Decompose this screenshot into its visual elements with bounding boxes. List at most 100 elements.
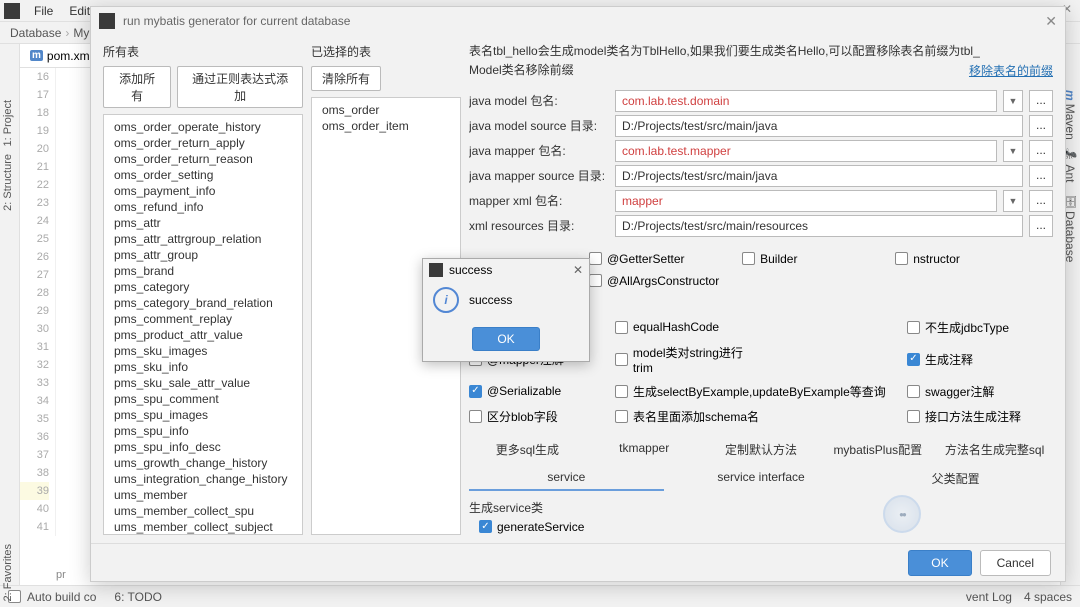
selected-table-item[interactable]: oms_order_item: [312, 118, 460, 134]
form-input[interactable]: [615, 115, 1023, 137]
table-item[interactable]: oms_order_operate_history: [104, 119, 302, 135]
dialog-close-icon[interactable]: ✕: [1045, 13, 1057, 30]
info-icon: i: [433, 287, 459, 313]
form-label: xml resources 目录:: [469, 217, 609, 234]
dialog-title: run mybatis generator for current databa…: [123, 14, 350, 28]
checkbox[interactable]: [615, 410, 628, 423]
table-item[interactable]: pms_spu_info_desc: [104, 439, 302, 455]
checkbox[interactable]: [469, 385, 482, 398]
table-item[interactable]: pms_product_attr_value: [104, 327, 302, 343]
form-input[interactable]: [615, 90, 997, 112]
check-label: @AllArgsConstructor: [607, 274, 719, 288]
clear-all-button[interactable]: 清除所有: [311, 66, 381, 91]
browse-button[interactable]: ...: [1029, 140, 1053, 162]
checkbox[interactable]: [907, 385, 920, 398]
table-item[interactable]: pms_spu_comment: [104, 391, 302, 407]
table-item[interactable]: oms_order_setting: [104, 167, 302, 183]
success-titlebar: success ✕: [423, 259, 589, 281]
browse-button[interactable]: ...: [1029, 190, 1053, 212]
chevron-down-icon[interactable]: ▼: [1003, 190, 1023, 212]
success-message: success: [469, 293, 512, 307]
table-item[interactable]: pms_attr: [104, 215, 302, 231]
remove-prefix-link[interactable]: 移除表名的前缀: [969, 62, 1053, 81]
checkbox[interactable]: [469, 410, 482, 423]
check-item: 不生成jdbcType: [907, 317, 1053, 338]
check-label: @GetterSetter: [607, 252, 685, 266]
table-item[interactable]: ums_member_collect_spu: [104, 503, 302, 519]
form-row: xml resources 目录:...: [469, 215, 1053, 237]
check-label: 接口方法生成注释: [925, 408, 1021, 425]
dialog-logo-icon: [99, 13, 115, 29]
table-item[interactable]: ums_member_collect_subject: [104, 519, 302, 535]
selected-table-item[interactable]: oms_order: [312, 102, 460, 118]
config-link[interactable]: 更多sql生成: [469, 437, 586, 462]
check-item: @GetterSetter: [589, 250, 742, 268]
table-item[interactable]: pms_sku_images: [104, 343, 302, 359]
check-item: nstructor: [895, 250, 1048, 268]
checkbox[interactable]: [615, 385, 628, 398]
table-item[interactable]: oms_order_return_reason: [104, 151, 302, 167]
table-item[interactable]: pms_comment_replay: [104, 311, 302, 327]
checkbox[interactable]: [907, 353, 920, 366]
table-item[interactable]: oms_order_return_apply: [104, 135, 302, 151]
form-input[interactable]: [615, 140, 997, 162]
checkbox[interactable]: [615, 353, 628, 366]
add-regex-button[interactable]: 通过正则表达式添加: [177, 66, 303, 108]
chevron-down-icon[interactable]: ▼: [1003, 140, 1023, 162]
form-label: java mapper 包名:: [469, 142, 609, 159]
table-item[interactable]: pms_brand: [104, 263, 302, 279]
chevron-down-icon[interactable]: ▼: [1003, 90, 1023, 112]
form-input[interactable]: [615, 165, 1023, 187]
success-close-icon[interactable]: ✕: [573, 263, 583, 277]
checkbox[interactable]: [907, 321, 920, 334]
browse-button[interactable]: ...: [1029, 90, 1053, 112]
browse-button[interactable]: ...: [1029, 215, 1053, 237]
dialog-cancel-button[interactable]: Cancel: [980, 550, 1051, 576]
success-ok-button[interactable]: OK: [472, 327, 539, 351]
table-item[interactable]: oms_payment_info: [104, 183, 302, 199]
add-all-button[interactable]: 添加所有: [103, 66, 171, 108]
browse-button[interactable]: ...: [1029, 115, 1053, 137]
watermark-avatar-icon: [883, 495, 921, 533]
dialog-titlebar: run mybatis generator for current databa…: [91, 7, 1065, 35]
config-link[interactable]: 定制默认方法: [703, 437, 820, 462]
config-tab[interactable]: service interface: [664, 466, 859, 491]
table-item[interactable]: ums_growth_change_history: [104, 455, 302, 471]
config-link[interactable]: tkmapper: [586, 437, 703, 462]
form-label: java model source 目录:: [469, 117, 609, 134]
dialog-ok-button[interactable]: OK: [908, 550, 971, 576]
table-item[interactable]: pms_attr_attrgroup_relation: [104, 231, 302, 247]
table-item[interactable]: ums_integration_change_history: [104, 471, 302, 487]
table-item[interactable]: ums_member: [104, 487, 302, 503]
config-tab[interactable]: 父类配置: [858, 466, 1053, 491]
checkbox[interactable]: [589, 252, 602, 265]
table-item[interactable]: pms_spu_images: [104, 407, 302, 423]
checkbox[interactable]: [589, 274, 602, 287]
generate-service-checkbox[interactable]: [479, 520, 492, 533]
form-input[interactable]: [615, 190, 997, 212]
checkbox[interactable]: [907, 410, 920, 423]
checkbox[interactable]: [615, 321, 628, 334]
check-label: 不生成jdbcType: [925, 319, 1009, 336]
config-link[interactable]: mybatisPlus配置: [819, 437, 936, 462]
table-item[interactable]: pms_category_brand_relation: [104, 295, 302, 311]
check-label: model类对string进行trim: [633, 344, 761, 375]
table-item[interactable]: oms_refund_info: [104, 199, 302, 215]
all-tables-list[interactable]: oms_order_operate_historyoms_order_retur…: [103, 114, 303, 535]
check-item: swagger注解: [907, 381, 1053, 402]
browse-button[interactable]: ...: [1029, 165, 1053, 187]
table-item[interactable]: pms_attr_group: [104, 247, 302, 263]
form-label: java mapper source 目录:: [469, 167, 609, 184]
table-item[interactable]: pms_category: [104, 279, 302, 295]
table-item[interactable]: pms_spu_info: [104, 423, 302, 439]
check-item: 接口方法生成注释: [907, 406, 1053, 427]
table-item[interactable]: pms_sku_info: [104, 359, 302, 375]
table-item[interactable]: pms_sku_sale_attr_value: [104, 375, 302, 391]
config-link[interactable]: 方法名生成完整sql: [936, 437, 1053, 462]
check-item: 区分blob字段: [469, 406, 615, 427]
checkbox[interactable]: [895, 252, 908, 265]
form-input[interactable]: [615, 215, 1023, 237]
config-tab[interactable]: service: [469, 466, 664, 491]
checkbox[interactable]: [742, 252, 755, 265]
check-item: 表名里面添加schema名: [615, 406, 761, 427]
